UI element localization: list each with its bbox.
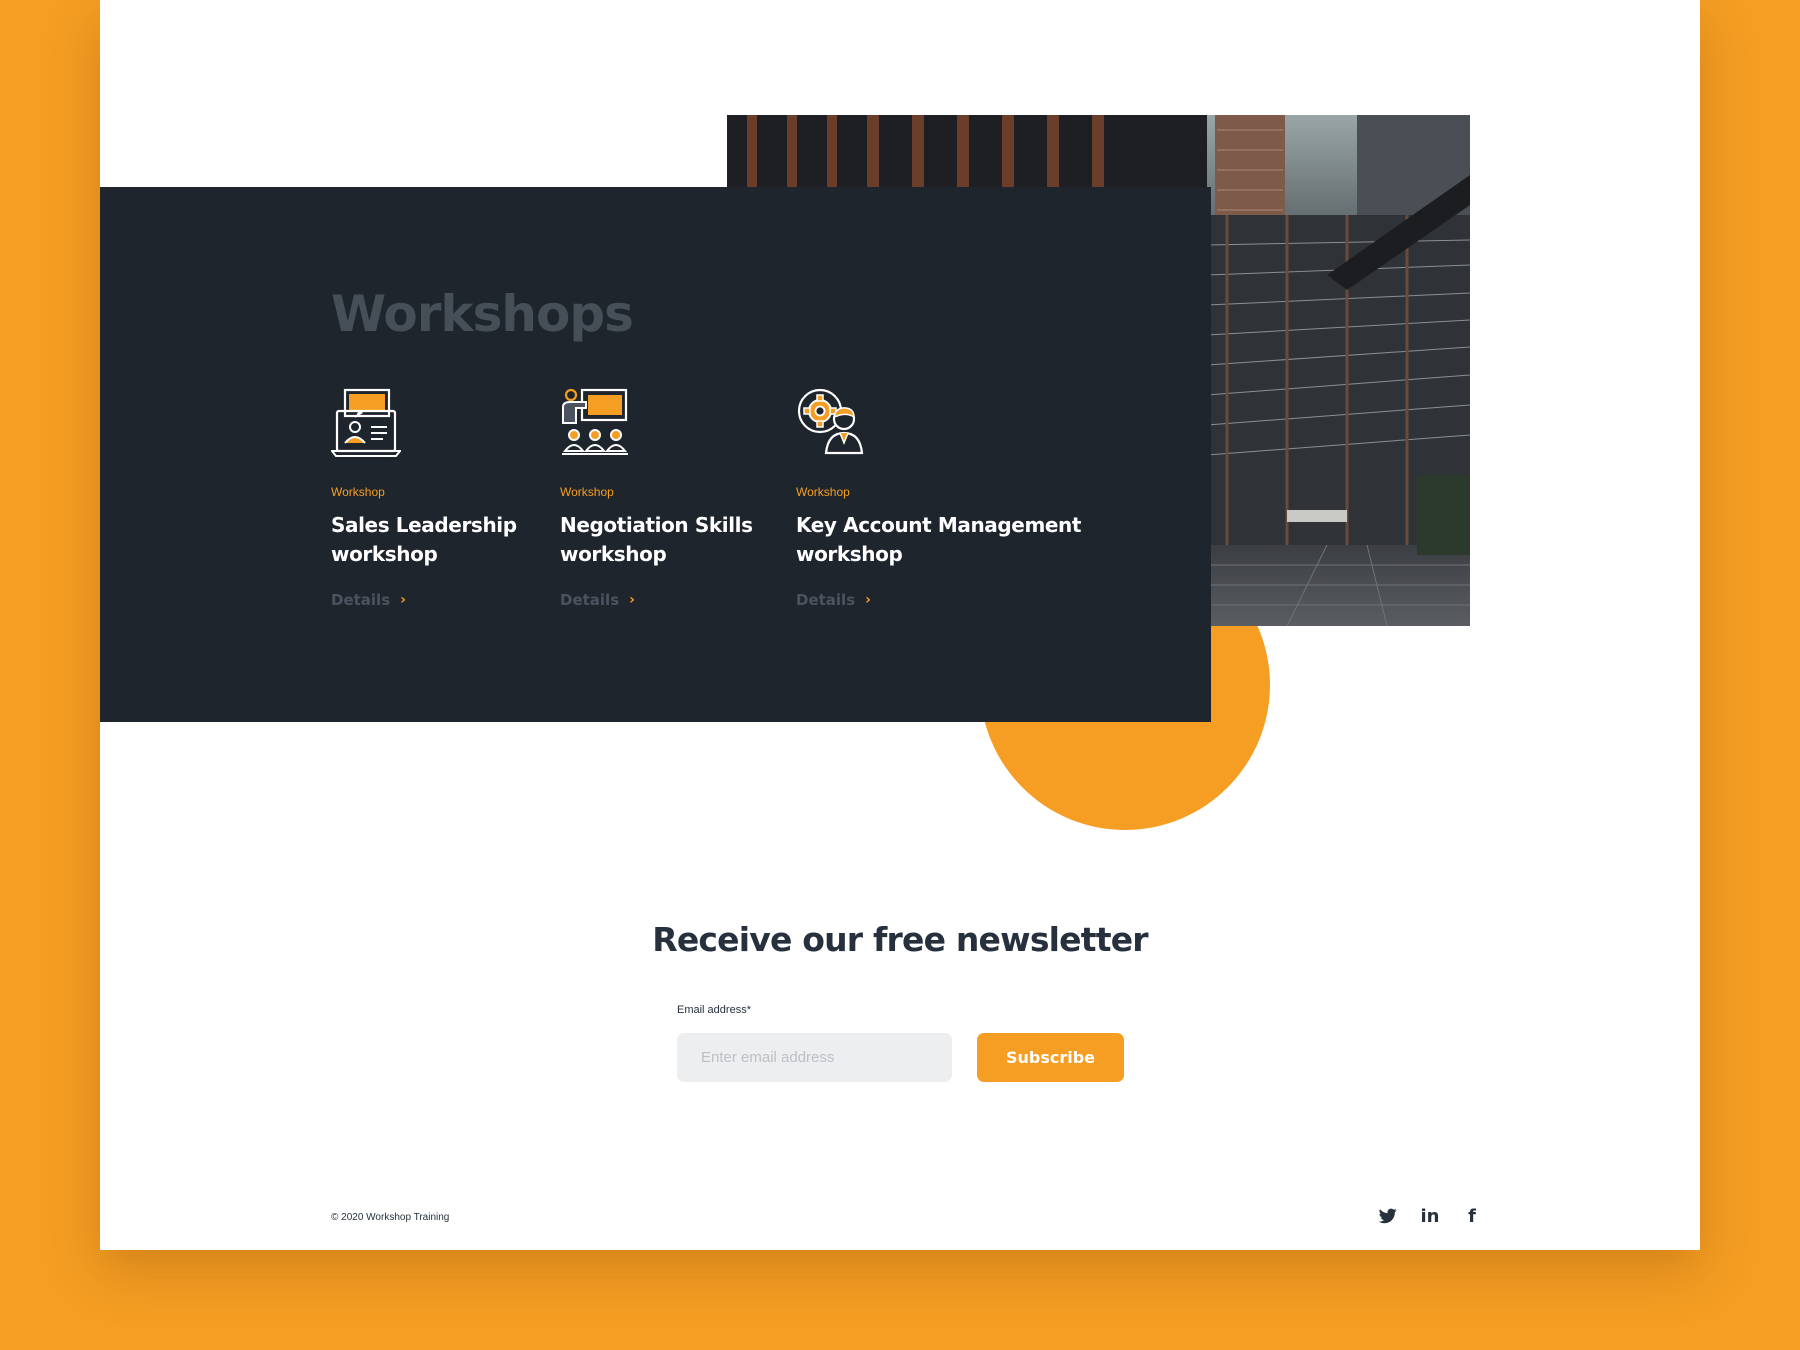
chevron-right-icon: › [400,592,406,608]
workshop-tag: Workshop [331,485,385,499]
subscribe-button[interactable]: Subscribe [977,1033,1124,1082]
chevron-right-icon: › [865,592,871,608]
details-link[interactable]: Details › [331,591,406,609]
workshop-title: Negotiation Skills workshop [560,513,753,566]
workshops-panel: Workshops Workshop Sales Leadership work… [100,187,1211,722]
chevron-right-icon: › [629,592,635,608]
details-label: Details [796,591,856,609]
details-link[interactable]: Details › [560,591,635,609]
twitter-icon[interactable] [1378,1205,1398,1227]
details-label: Details [331,591,391,609]
gear-person-icon [797,388,864,455]
details-link[interactable]: Details › [796,591,871,609]
newsletter-title: Receive our free newsletter [652,920,1148,959]
email-input[interactable] [677,1033,952,1082]
copyright: © 2020 Workshop Training [331,1212,450,1223]
workshop-tag: Workshop [560,485,614,499]
workshop-card: Workshop Sales Leadership workshop Detai… [331,387,517,610]
page: Workshops Workshop Sales Leadership work… [100,0,1700,1250]
workshop-card: Workshop Key Account Management workshop… [796,387,1081,610]
workshop-card: Workshop Negotiation Skills workshop Det… [560,387,753,610]
social-links: in f [1378,1205,1482,1227]
linkedin-icon[interactable]: in [1420,1205,1440,1227]
workshops-title: Workshops [331,285,634,343]
workshop-tag: Workshop [796,485,850,499]
facebook-icon[interactable]: f [1462,1205,1482,1227]
details-label: Details [560,591,620,609]
workshop-title: Sales Leadership workshop [331,513,517,566]
email-label: Email address* [677,1004,751,1016]
presentation-laptop-icon [331,388,401,457]
twitter-icon-glyph [1379,1208,1397,1224]
classroom-presenter-icon [562,388,628,455]
workshop-title: Key Account Management workshop [796,513,1082,566]
